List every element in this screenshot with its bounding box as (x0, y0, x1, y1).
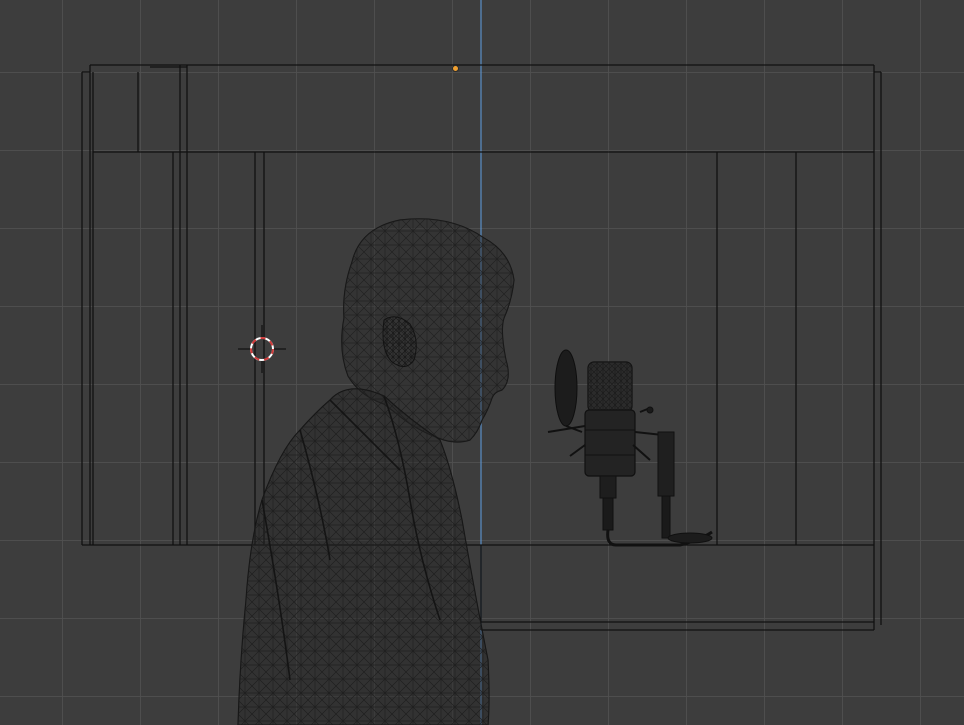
object-origin-dot[interactable] (452, 65, 459, 72)
microphone-stand-wireframe[interactable] (547, 349, 713, 547)
3d-viewport[interactable] (0, 0, 964, 725)
person-wireframe-mesh[interactable] (237, 218, 515, 725)
scene-wireframe[interactable] (0, 0, 964, 725)
3d-cursor-icon[interactable] (238, 325, 286, 373)
